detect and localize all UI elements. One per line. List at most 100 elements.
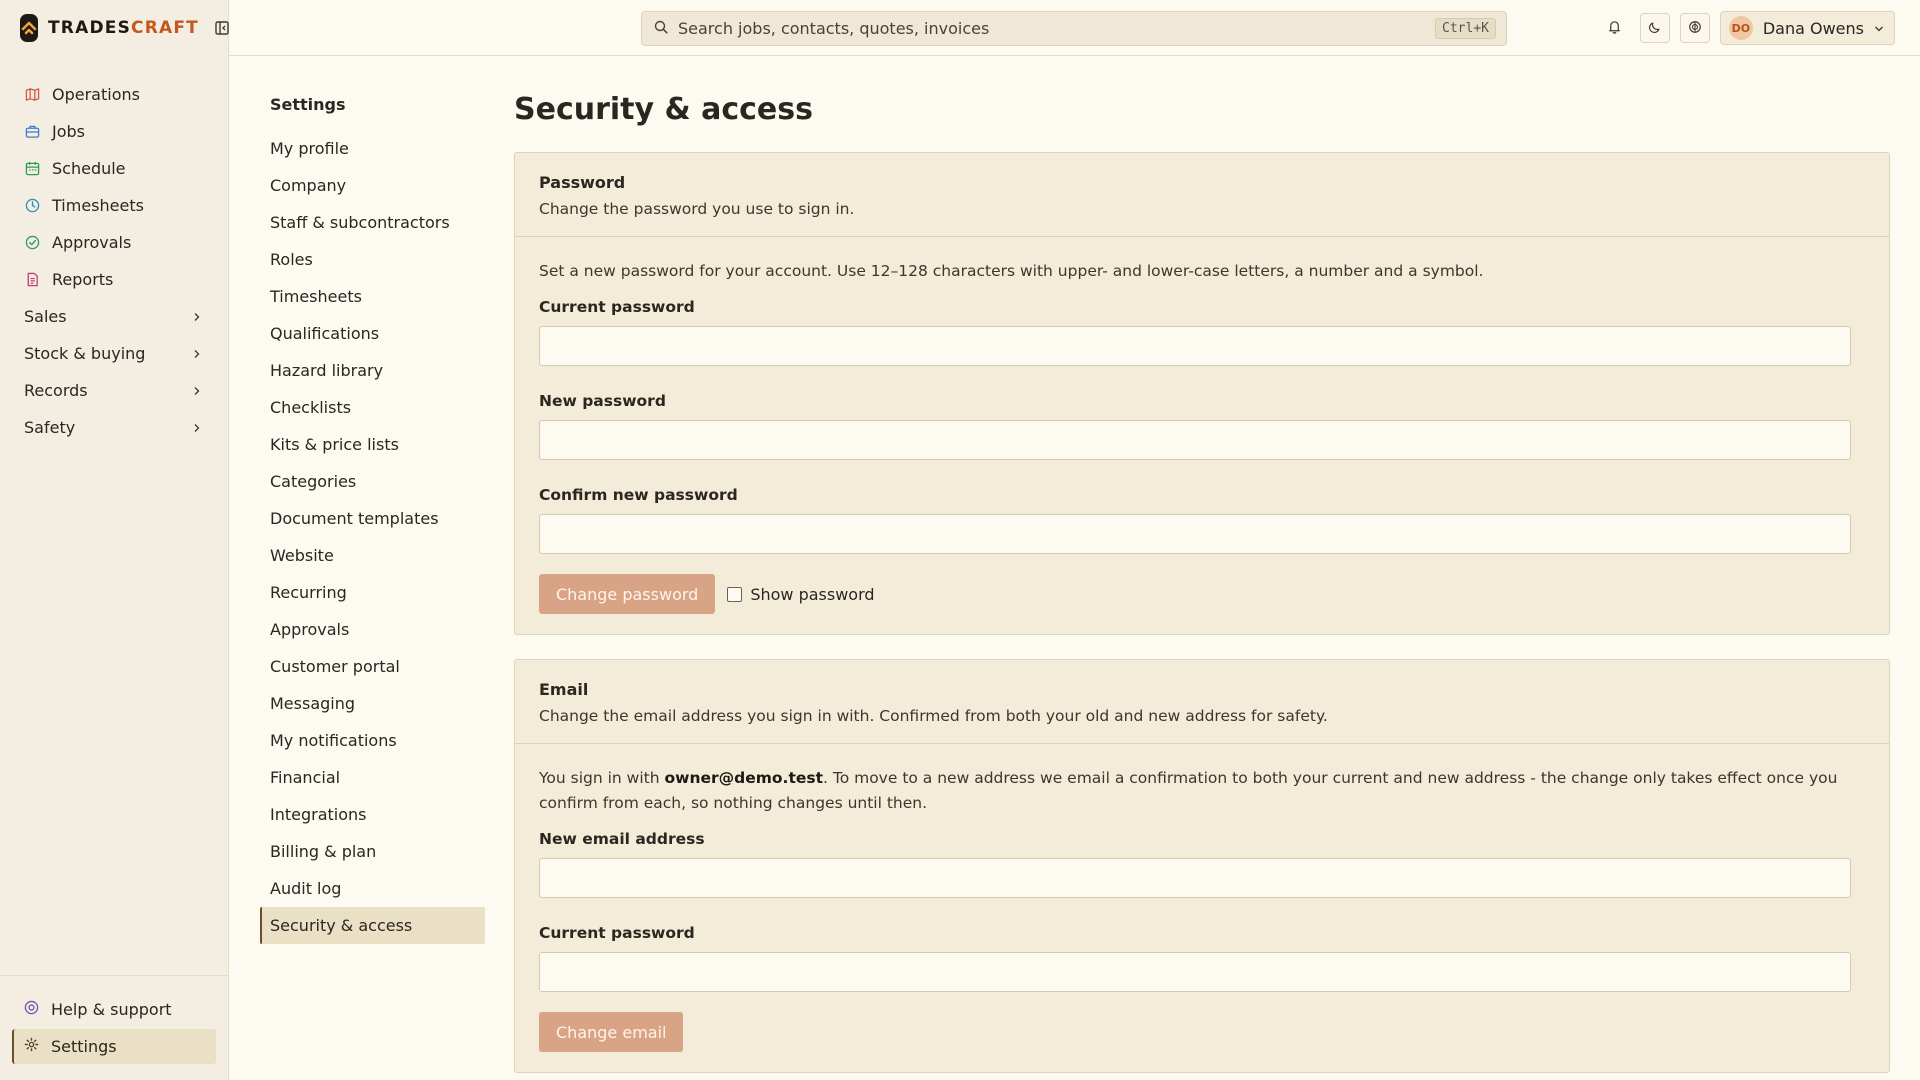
nav-group-label: Stock & buying bbox=[24, 344, 146, 363]
settings-nav-item-document-templates[interactable]: Document templates bbox=[260, 500, 485, 537]
help-support-link[interactable]: Help & support bbox=[12, 992, 216, 1027]
new-password-input[interactable] bbox=[539, 420, 1851, 460]
brand-name-part1: TRADES bbox=[48, 18, 132, 38]
chevron-right-icon bbox=[192, 344, 202, 363]
logo-icon[interactable] bbox=[20, 14, 38, 42]
show-password-label: Show password bbox=[750, 584, 875, 604]
email-actions: Change email bbox=[539, 1012, 1865, 1052]
password-card-subtitle: Change the password you use to sign in. bbox=[539, 200, 855, 218]
security-page: Security & access Password Change the pa… bbox=[514, 56, 1920, 1080]
content-area: Settings My profile Company Staff & subcon… bbox=[229, 56, 1920, 1080]
new-email-label: New email address bbox=[539, 830, 705, 848]
settings-nav-item-timesheets[interactable]: Timesheets bbox=[260, 278, 485, 315]
settings-nav-item-messaging[interactable]: Messaging bbox=[260, 685, 485, 722]
password-card-header: Password Change the password you use to … bbox=[515, 153, 1889, 237]
nav-item-label: Reports bbox=[52, 270, 114, 289]
collapse-sidebar-icon[interactable] bbox=[215, 18, 229, 38]
help-icon bbox=[24, 1000, 39, 1019]
password-card: Password Change the password you use to … bbox=[514, 152, 1890, 635]
nav-item-reports[interactable]: Reports bbox=[0, 261, 228, 298]
clock-icon bbox=[24, 198, 40, 214]
check-circle-icon bbox=[24, 235, 40, 251]
settings-nav-item-staff-subcontractors[interactable]: Staff & subcontractors bbox=[260, 204, 485, 241]
nav-item-schedule[interactable]: Schedule bbox=[0, 150, 228, 187]
nav-group-label: Safety bbox=[24, 418, 76, 437]
settings-nav-item-security-access[interactable]: Security & access bbox=[260, 907, 485, 944]
contrast-icon bbox=[1688, 19, 1702, 38]
settings-nav-item-customer-portal[interactable]: Customer portal bbox=[260, 648, 485, 685]
email-current-password-label: Current password bbox=[539, 924, 695, 942]
nav-group-label: Sales bbox=[24, 307, 67, 326]
settings-nav-item-audit-log[interactable]: Audit log bbox=[260, 870, 485, 907]
settings-nav-item-financial[interactable]: Financial bbox=[260, 759, 485, 796]
email-current-password-input[interactable] bbox=[539, 952, 1851, 992]
nav-group-records[interactable]: Records bbox=[0, 372, 228, 409]
change-password-button[interactable]: Change password bbox=[539, 574, 716, 614]
settings-nav-item-roles[interactable]: Roles bbox=[260, 241, 485, 278]
topbar: Search jobs, contacts, quotes, invoices … bbox=[229, 0, 1920, 56]
change-email-button[interactable]: Change email bbox=[539, 1012, 684, 1052]
settings-nav: Settings My profile Company Staff & subcon… bbox=[229, 56, 514, 1080]
email-card: Email Change the email address you sign … bbox=[514, 659, 1890, 1073]
map-icon bbox=[24, 87, 40, 103]
current-password-input[interactable] bbox=[539, 326, 1851, 366]
settings-nav-item-my-profile[interactable]: My profile bbox=[260, 130, 485, 167]
settings-label: Settings bbox=[51, 1037, 117, 1056]
confirm-password-input[interactable] bbox=[539, 514, 1851, 554]
notifications-button[interactable] bbox=[1600, 13, 1630, 43]
email-intro-prefix: You sign in with bbox=[539, 769, 665, 787]
email-card-subtitle: Change the email address you sign in wit… bbox=[539, 707, 1328, 725]
settings-nav-item-billing-plan[interactable]: Billing & plan bbox=[260, 833, 485, 870]
settings-nav-item-qualifications[interactable]: Qualifications bbox=[260, 315, 485, 352]
settings-nav-title: Settings bbox=[270, 95, 346, 114]
current-email: owner@demo.test bbox=[664, 769, 823, 787]
settings-nav-item-kits-price-lists[interactable]: Kits & price lists bbox=[260, 426, 485, 463]
nav-item-label: Timesheets bbox=[52, 196, 144, 215]
nav-item-operations[interactable]: Operations bbox=[0, 76, 228, 113]
help-support-label: Help & support bbox=[51, 1000, 172, 1019]
chevron-right-icon bbox=[192, 381, 202, 400]
settings-nav-item-categories[interactable]: Categories bbox=[260, 463, 485, 500]
search-input[interactable]: Search jobs, contacts, quotes, invoices bbox=[678, 19, 1425, 38]
new-email-input[interactable] bbox=[539, 858, 1851, 898]
nav-item-timesheets[interactable]: Timesheets bbox=[0, 187, 228, 224]
briefcase-icon bbox=[24, 124, 40, 140]
settings-nav-item-recurring[interactable]: Recurring bbox=[260, 574, 485, 611]
contrast-button[interactable] bbox=[1679, 13, 1710, 43]
nav-item-label: Jobs bbox=[52, 122, 85, 141]
nav-item-label: Approvals bbox=[52, 233, 132, 252]
new-password-label: New password bbox=[539, 392, 666, 410]
brand-name: TRADESCRAFT bbox=[48, 18, 199, 38]
page-title: Security & access bbox=[514, 92, 813, 127]
avatar: DO bbox=[1728, 16, 1753, 40]
settings-nav-item-website[interactable]: Website bbox=[260, 537, 485, 574]
show-password-toggle[interactable]: Show password bbox=[727, 584, 875, 604]
user-menu-button[interactable]: DO Dana Owens bbox=[1719, 11, 1895, 45]
brand-name-part2: CRAFT bbox=[131, 18, 199, 38]
settings-nav-item-integrations[interactable]: Integrations bbox=[260, 796, 485, 833]
settings-nav-item-company[interactable]: Company bbox=[260, 167, 485, 204]
theme-toggle-button[interactable] bbox=[1639, 13, 1670, 43]
settings-link[interactable]: Settings bbox=[12, 1029, 216, 1064]
show-password-checkbox[interactable] bbox=[727, 586, 743, 602]
email-card-body: You sign in with owner@demo.test. To mov… bbox=[515, 744, 1889, 1072]
chevron-right-icon bbox=[192, 418, 202, 437]
settings-nav-item-my-notifications[interactable]: My notifications bbox=[260, 722, 485, 759]
settings-nav-item-hazard-library[interactable]: Hazard library bbox=[260, 352, 485, 389]
nav-item-approvals[interactable]: Approvals bbox=[0, 224, 228, 261]
settings-nav-item-checklists[interactable]: Checklists bbox=[260, 389, 485, 426]
chevron-down-icon bbox=[1874, 19, 1884, 38]
nav-item-label: Schedule bbox=[52, 159, 126, 178]
nav-group-sales[interactable]: Sales bbox=[0, 298, 228, 335]
email-intro: You sign in with owner@demo.test. To mov… bbox=[539, 766, 1865, 816]
nav-item-jobs[interactable]: Jobs bbox=[0, 113, 228, 150]
global-search[interactable]: Search jobs, contacts, quotes, invoices … bbox=[641, 11, 1507, 46]
calendar-icon bbox=[24, 161, 40, 177]
brand: TRADESCRAFT bbox=[0, 0, 229, 56]
nav-group-label: Records bbox=[24, 381, 88, 400]
nav-group-stock-buying[interactable]: Stock & buying bbox=[0, 335, 228, 372]
main-nav: Operations Jobs Schedule Timesheets Appr… bbox=[0, 56, 228, 446]
nav-group-safety[interactable]: Safety bbox=[0, 409, 228, 446]
sidebar-footer: Help & support Settings bbox=[0, 975, 228, 1080]
settings-nav-item-approvals[interactable]: Approvals bbox=[260, 611, 485, 648]
